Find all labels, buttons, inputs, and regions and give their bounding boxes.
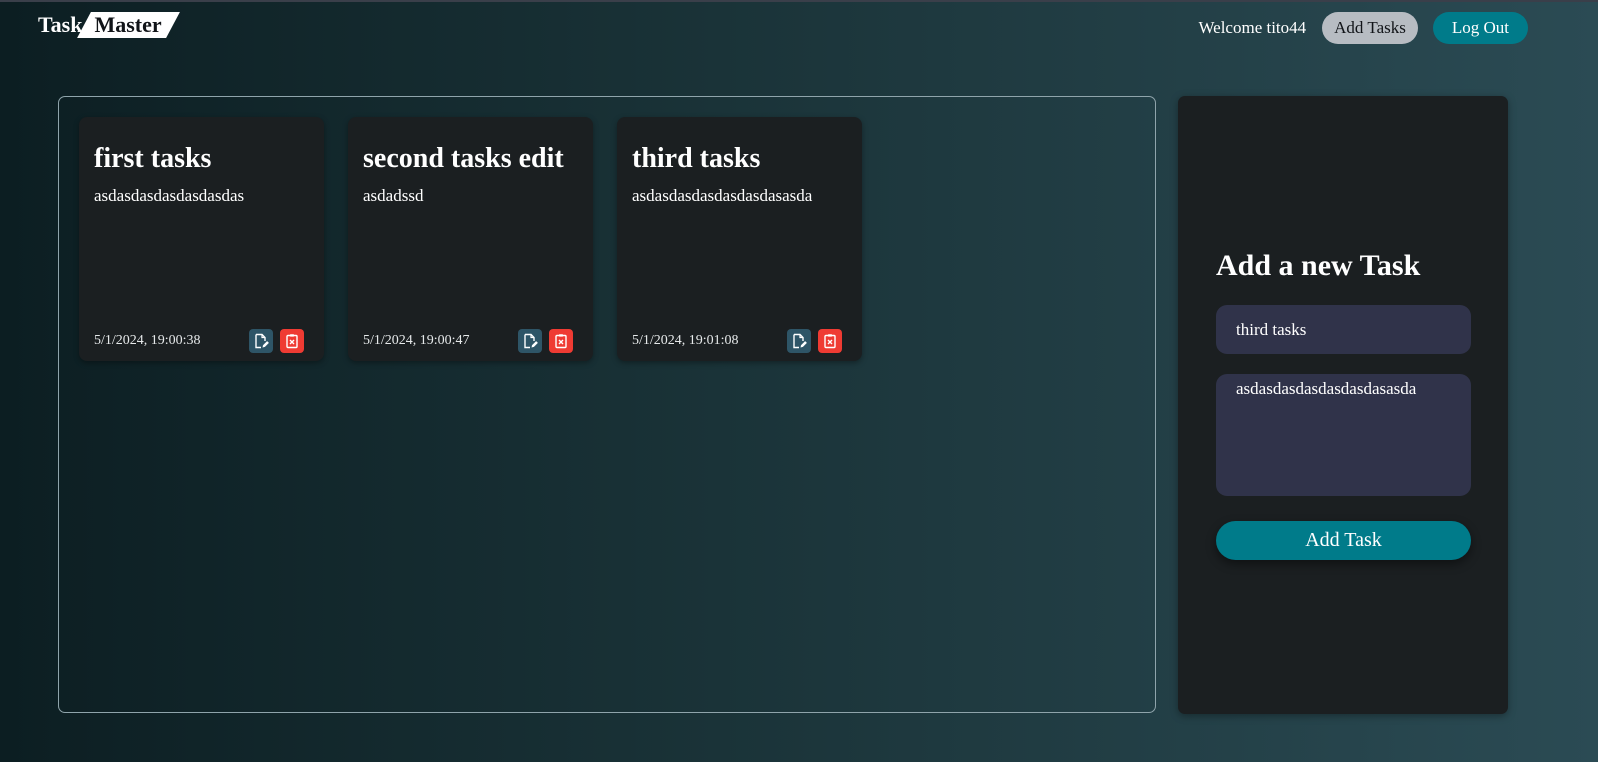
tasks-board: first tasks asdasdasdasdasdasdas 5/1/202… [58, 96, 1156, 713]
task-date: 5/1/2024, 19:00:38 [94, 333, 201, 348]
app-logo[interactable]: Task Master [38, 12, 174, 38]
add-task-submit-button[interactable]: Add Task [1216, 521, 1471, 560]
task-footer: 5/1/2024, 19:00:38 [94, 329, 304, 353]
delete-task-button[interactable] [280, 329, 304, 353]
task-card: third tasks asdasdasdasdasdasdasasda 5/1… [617, 117, 862, 361]
task-footer: 5/1/2024, 19:00:47 [363, 329, 573, 353]
delete-clipboard-icon [286, 334, 298, 349]
add-task-panel: Add a new Task asdasdasdasdasdasdasasda … [1178, 96, 1508, 714]
task-title: first tasks [94, 143, 212, 174]
task-date: 5/1/2024, 19:01:08 [632, 333, 739, 348]
add-tasks-button[interactable]: Add Tasks [1322, 12, 1418, 44]
task-title-input[interactable] [1216, 305, 1471, 354]
logo-text-master: Master [84, 12, 173, 38]
welcome-text: Welcome tito44 [1198, 18, 1307, 37]
add-task-heading: Add a new Task [1216, 249, 1421, 282]
task-description: asdasdasdasdasdasdasasda [632, 186, 813, 205]
logo-text-master-label: Master [94, 12, 162, 37]
task-actions [249, 329, 304, 353]
task-actions [787, 329, 842, 353]
edit-task-button[interactable] [249, 329, 273, 353]
task-description: asdasdasdasdasdasdas [94, 186, 245, 205]
delete-task-button[interactable] [818, 329, 842, 353]
task-card: second tasks edit asdadssd 5/1/2024, 19:… [348, 117, 593, 361]
top-border [0, 0, 1598, 2]
task-description-input[interactable]: asdasdasdasdasdasdasasda [1216, 374, 1471, 496]
edit-document-icon [255, 333, 269, 349]
edit-task-button[interactable] [787, 329, 811, 353]
delete-task-button[interactable] [549, 329, 573, 353]
header-nav: Welcome tito44 Add Tasks Log Out [1198, 12, 1528, 44]
logo-text-task: Task [38, 12, 83, 37]
edit-task-button[interactable] [518, 329, 542, 353]
delete-clipboard-icon [555, 334, 567, 349]
task-card: first tasks asdasdasdasdasdasdas 5/1/202… [79, 117, 324, 361]
task-title: third tasks [632, 143, 761, 174]
delete-clipboard-icon [824, 334, 836, 349]
task-footer: 5/1/2024, 19:01:08 [632, 329, 842, 353]
logout-button[interactable]: Log Out [1432, 12, 1528, 44]
task-title: second tasks edit [363, 143, 564, 174]
edit-document-icon [524, 333, 538, 349]
task-date: 5/1/2024, 19:00:47 [363, 333, 470, 348]
task-description: asdadssd [363, 186, 424, 205]
task-actions [518, 329, 573, 353]
edit-document-icon [793, 333, 807, 349]
